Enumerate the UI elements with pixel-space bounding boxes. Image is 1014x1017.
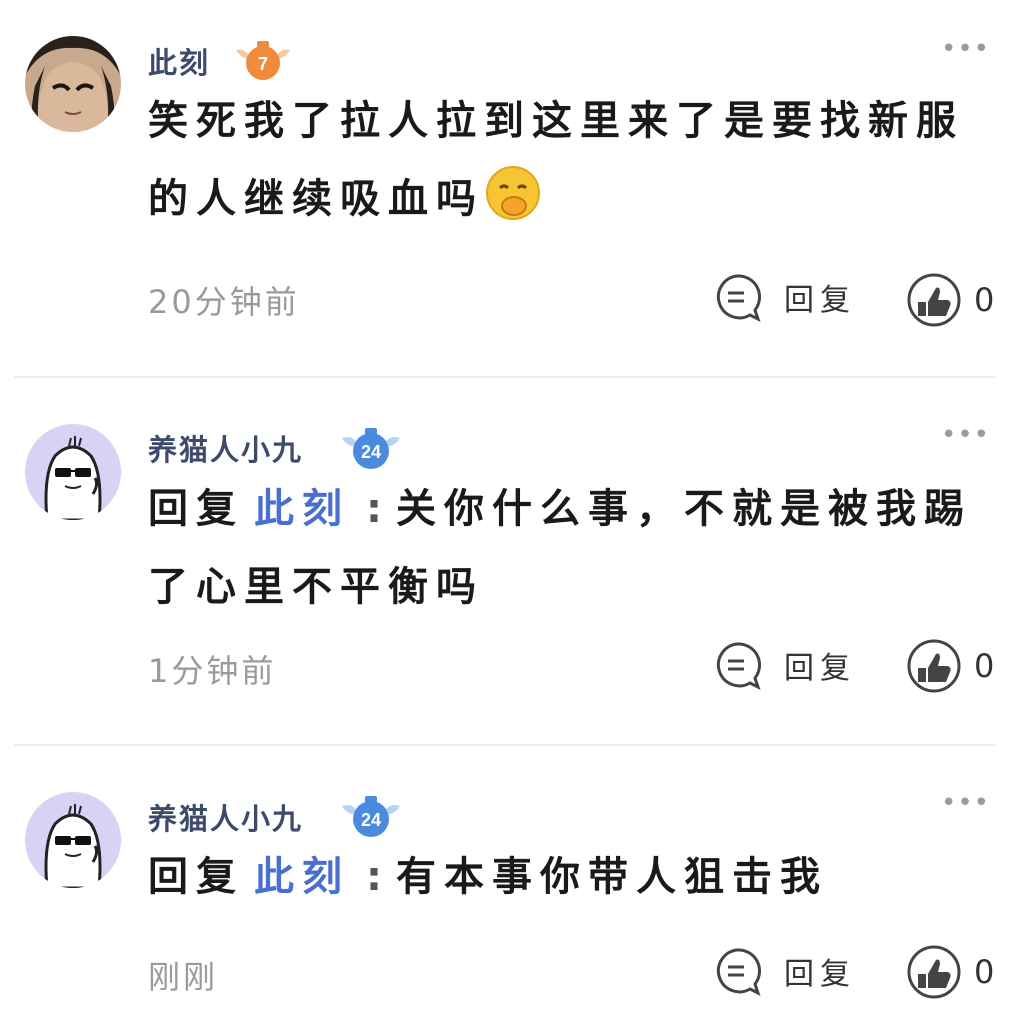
more-options-icon[interactable]: ••• <box>941 36 990 62</box>
avatar[interactable] <box>25 792 121 888</box>
comment-bubble-icon <box>716 642 762 690</box>
reply-prefix: 回复 <box>148 854 244 900</box>
divider <box>14 376 996 378</box>
like-button[interactable]: 0 <box>906 638 994 694</box>
thumbs-up-icon <box>907 945 961 999</box>
comment-body: 笑死我了拉人拉到这里来了是要找新服的人继续吸血吗 <box>148 82 988 248</box>
username[interactable]: 此刻 <box>148 40 210 82</box>
separator: : <box>366 854 390 900</box>
reply-label: 回复 <box>784 283 856 318</box>
reply-prefix: 回复 <box>148 486 244 532</box>
like-button[interactable]: 0 <box>906 944 994 1000</box>
reply-label: 回复 <box>784 957 856 992</box>
comment-text: 笑死我了拉人拉到这里来了是要找新服的人继续吸血吗 <box>148 98 964 222</box>
level-number: 24 <box>361 442 381 462</box>
separator: : <box>366 486 390 532</box>
mention-link[interactable]: 此刻 <box>254 486 350 532</box>
username[interactable]: 养猫人小九 <box>148 796 303 838</box>
level-number: 24 <box>361 810 381 830</box>
comment-bubble-icon <box>716 948 762 996</box>
username[interactable]: 养猫人小九 <box>148 427 303 469</box>
timestamp: 20分钟前 <box>148 283 300 321</box>
divider <box>14 744 996 746</box>
thumbs-up-icon <box>907 639 961 693</box>
timestamp: 刚刚 <box>148 958 219 996</box>
like-count: 0 <box>974 647 995 685</box>
thumbs-up-icon <box>907 273 961 327</box>
like-button[interactable]: 0 <box>906 272 994 328</box>
avatar[interactable] <box>25 36 121 132</box>
reply-button[interactable]: 回复 <box>712 272 856 322</box>
avatar[interactable] <box>25 424 121 520</box>
more-options-icon[interactable]: ••• <box>941 790 990 816</box>
more-options-icon[interactable]: ••• <box>941 422 990 448</box>
level-number: 7 <box>258 54 268 74</box>
comment-bubble-icon <box>716 274 762 322</box>
reply-button[interactable]: 回复 <box>712 640 856 690</box>
mention-link[interactable]: 此刻 <box>254 854 350 900</box>
comment-body: 回复 此刻: 关你什么事，不就是被我踢了心里不平衡吗 <box>148 470 988 626</box>
comment-text: 有本事你带人狙击我 <box>396 854 828 900</box>
like-count: 0 <box>974 281 995 319</box>
reply-label: 回复 <box>784 651 856 686</box>
timestamp: 1分钟前 <box>148 652 277 690</box>
level-badge: 7 <box>232 38 294 88</box>
comment-body: 回复 此刻: 有本事你带人狙击我 <box>148 838 988 916</box>
smirk-emoji-icon <box>484 164 542 248</box>
reply-button[interactable]: 回复 <box>712 946 856 996</box>
like-count: 0 <box>974 953 995 991</box>
